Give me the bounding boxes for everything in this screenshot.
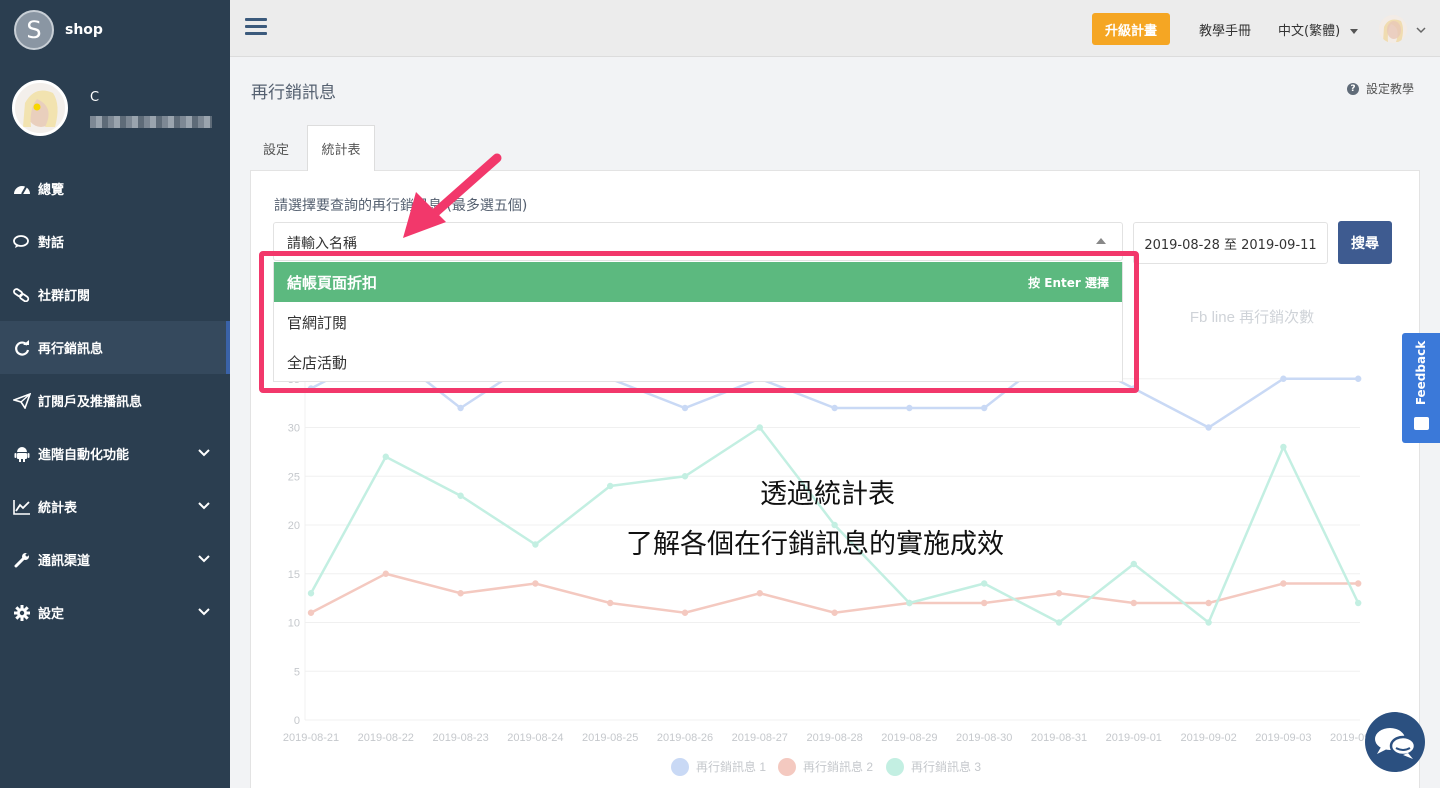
feedback-label: Feedback (1414, 340, 1428, 406)
chat-bubbles-icon (1375, 728, 1417, 759)
live-chat-button[interactable] (1365, 712, 1425, 772)
smile-icon (1414, 417, 1429, 430)
annotation-arrow-icon (403, 153, 502, 238)
feedback-tab[interactable]: Feedback (1402, 333, 1440, 443)
tab-statistics[interactable]: 統計表 (307, 125, 375, 171)
